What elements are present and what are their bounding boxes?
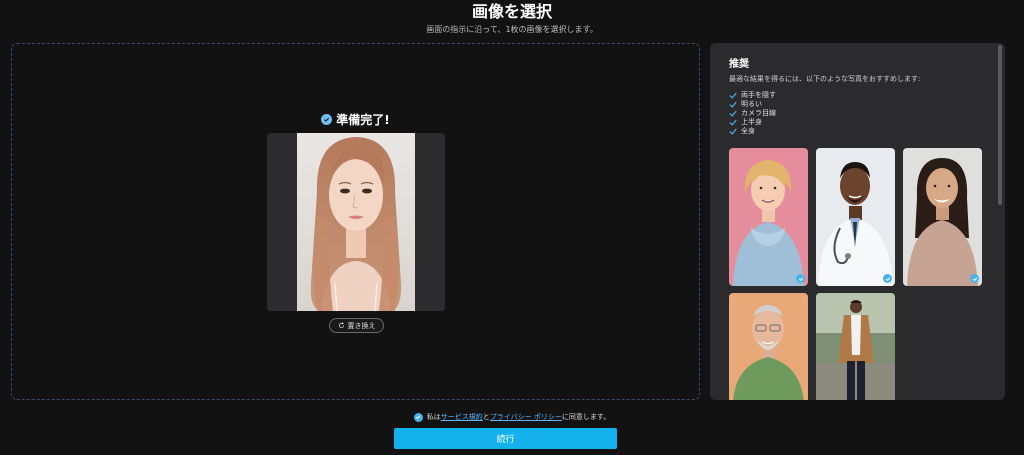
page: 画像を選択 画面の指示に沿って、1枚の画像を選択します。 準備完了! 置き換え …: [0, 0, 1024, 455]
checkmark-icon: [729, 110, 737, 117]
sample-photo: [816, 293, 895, 400]
replace-label: 置き換え: [347, 321, 376, 330]
criteria-list: 両手を隠す 明るい カメラ目線 上半身 全身: [729, 91, 776, 136]
criteria-label: カメラ目線: [741, 109, 776, 117]
checkmark-icon: [729, 119, 737, 126]
checkmark-icon: [729, 92, 737, 99]
sample-photo: [903, 148, 982, 286]
upload-dropzone[interactable]: 準備完了! 置き換え: [11, 43, 700, 400]
ready-status: 準備完了!: [12, 111, 699, 128]
criteria-item: 全身: [729, 127, 776, 136]
privacy-link[interactable]: プライバシー ポリシー: [490, 413, 562, 421]
criteria-label: 全身: [741, 127, 755, 135]
checkmark-icon: [729, 128, 737, 135]
check-icon: [321, 114, 333, 125]
panel-description: 最適な結果を得るには、以下のような写真をおすすめします:: [729, 75, 921, 83]
agree-prefix: 私は: [426, 413, 441, 421]
criteria-item: 両手を隠す: [729, 91, 776, 100]
preview-frame: [267, 133, 445, 311]
agree-suffix: に同意します。: [561, 413, 611, 421]
check-badge-icon: [970, 274, 979, 283]
criteria-item: 明るい: [729, 100, 776, 109]
check-badge-icon: [883, 274, 892, 283]
page-title: 画像を選択: [471, 2, 552, 21]
refresh-icon: [338, 322, 344, 328]
panel-scrollbar[interactable]: [998, 45, 1002, 205]
ready-label: 準備完了!: [336, 113, 390, 127]
checkmark-icon: [729, 101, 737, 108]
panel-title: 推奨: [729, 59, 749, 70]
header: 画像を選択 画面の指示に沿って、1枚の画像を選択します。: [0, 0, 1024, 35]
criteria-item: カメラ目線: [729, 109, 776, 118]
sample-photo: [816, 148, 895, 286]
page-subtitle: 画面の指示に沿って、1枚の画像を選択します。: [426, 25, 598, 34]
criteria-label: 上半身: [741, 118, 762, 126]
recommendation-panel: 推奨 最適な結果を得るには、以下のような写真をおすすめします: 両手を隠す 明る…: [710, 43, 1005, 400]
continue-button[interactable]: 続行: [394, 428, 617, 449]
criteria-item: 上半身: [729, 118, 776, 127]
criteria-label: 明るい: [741, 100, 762, 108]
criteria-label: 両手を隠す: [741, 91, 776, 99]
sample-photo: [729, 293, 808, 400]
agree-checkbox[interactable]: [413, 412, 423, 422]
check-badge-icon: [796, 274, 805, 283]
sample-photo: [729, 148, 808, 286]
agree-and: と: [482, 413, 490, 421]
terms-link[interactable]: サービス規約: [441, 413, 483, 421]
selected-photo: [297, 133, 415, 311]
replace-button[interactable]: 置き換え: [329, 318, 384, 333]
terms-agreement: 私はサービス規約とプライバシー ポリシーに同意します。: [0, 412, 1024, 422]
